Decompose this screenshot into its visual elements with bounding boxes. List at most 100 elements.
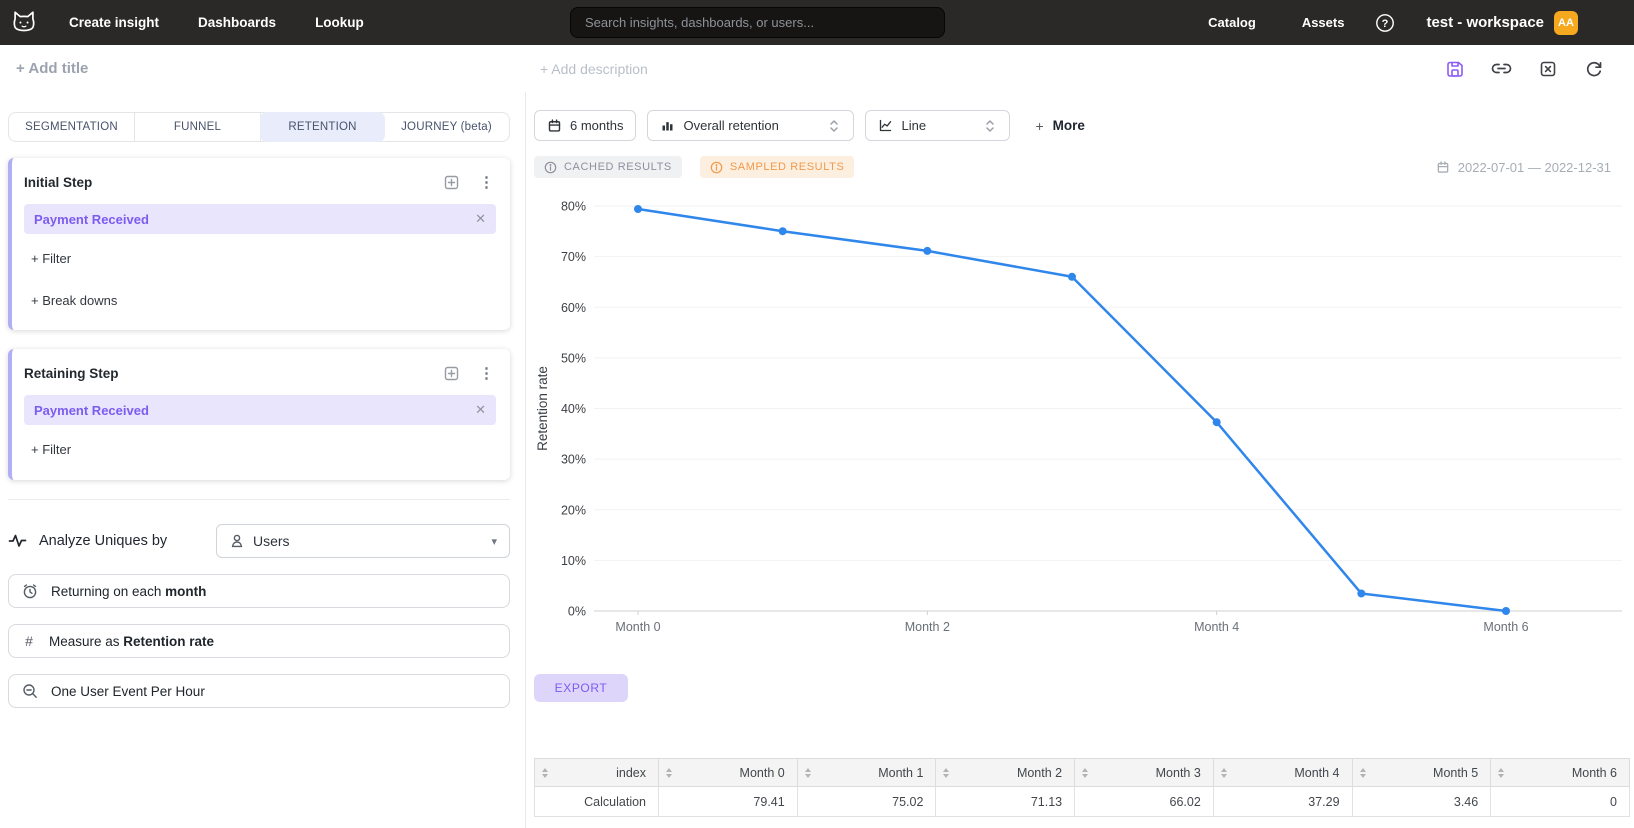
- main-area: SEGMENTATION FUNNEL RETENTION JOURNEY (b…: [0, 92, 1634, 828]
- measure-as-label: Measure as Retention rate: [49, 634, 214, 649]
- user-avatar[interactable]: AA: [1554, 11, 1578, 35]
- initial-step-title: Initial Step: [24, 175, 92, 190]
- export-button[interactable]: EXPORT: [534, 674, 628, 702]
- svg-text:70%: 70%: [561, 250, 586, 264]
- cell-month1: 75.02: [797, 787, 936, 817]
- analyze-entity-select[interactable]: Users ▾: [216, 524, 510, 558]
- calendar-icon: [1436, 160, 1450, 174]
- cell-month4: 37.29: [1213, 787, 1352, 817]
- svg-text:10%: 10%: [561, 554, 586, 568]
- copy-link-icon[interactable]: [1491, 58, 1512, 79]
- initial-step-card: Initial Step ⋮ Payment Received ✕ + Filt…: [8, 158, 510, 330]
- save-icon[interactable]: [1445, 59, 1465, 79]
- add-event-icon[interactable]: [443, 365, 460, 382]
- retention-type-select[interactable]: Overall retention: [647, 110, 854, 141]
- col-header-month0[interactable]: Month 0: [659, 759, 798, 787]
- nav-right-group: Catalog Assets ? test - workspace AA: [1208, 11, 1578, 35]
- results-table: index Month 0 Month 1 Month 2 Month 3 Mo…: [534, 758, 1630, 817]
- retaining-step-title: Retaining Step: [24, 366, 119, 381]
- svg-text:80%: 80%: [561, 200, 586, 214]
- retention-line-chart[interactable]: 0%10%20%30%40%50%60%70%80%Month 0Month 2…: [534, 185, 1629, 642]
- chart-controls: 6 months Overall retention: [534, 110, 1634, 141]
- discard-icon[interactable]: [1538, 59, 1558, 79]
- cached-results-badge: CACHED RESULTS: [534, 156, 682, 178]
- sort-icon[interactable]: [943, 768, 949, 778]
- tab-journey[interactable]: JOURNEY (beta): [384, 113, 509, 141]
- top-nav: Create insight Dashboards Lookup Catalog…: [0, 0, 1634, 45]
- table-header-row: index Month 0 Month 1 Month 2 Month 3 Mo…: [535, 759, 1630, 787]
- returning-interval-select[interactable]: Returning on each month: [8, 574, 510, 608]
- bar-chart-icon: [660, 118, 675, 133]
- clock-icon: [21, 582, 39, 600]
- svg-text:Month 6: Month 6: [1483, 620, 1528, 634]
- help-icon[interactable]: ?: [1375, 13, 1395, 33]
- sort-icon[interactable]: [805, 768, 811, 778]
- results-panel: 6 months Overall retention: [525, 92, 1634, 828]
- sort-icon[interactable]: [1082, 768, 1088, 778]
- workspace-switcher[interactable]: test - workspace: [1426, 14, 1544, 31]
- col-header-month5[interactable]: Month 5: [1352, 759, 1491, 787]
- sort-icon[interactable]: [1221, 768, 1227, 778]
- sort-icon[interactable]: [1498, 768, 1504, 778]
- analyze-entity-value: Users: [253, 533, 290, 549]
- tab-retention[interactable]: RETENTION: [260, 112, 385, 142]
- query-builder-panel: SEGMENTATION FUNNEL RETENTION JOURNEY (b…: [0, 92, 525, 828]
- tab-segmentation[interactable]: SEGMENTATION: [9, 113, 135, 141]
- more-button[interactable]: + More: [1035, 118, 1084, 134]
- table-row: Calculation 79.41 75.02 71.13 66.02 37.2…: [535, 787, 1630, 817]
- add-breakdown-link[interactable]: + Break downs: [31, 293, 496, 308]
- date-window-button[interactable]: 6 months: [534, 110, 636, 141]
- nav-assets[interactable]: Assets: [1302, 15, 1345, 30]
- analyze-uniques-label: Analyze Uniques by: [39, 533, 167, 549]
- kebab-menu-icon[interactable]: ⋮: [479, 173, 494, 191]
- cell-month0: 79.41: [659, 787, 798, 817]
- col-header-month3[interactable]: Month 3: [1075, 759, 1214, 787]
- plus-icon: +: [1035, 118, 1043, 134]
- sort-icon[interactable]: [1360, 768, 1366, 778]
- svg-text:Retention rate: Retention rate: [535, 366, 550, 451]
- app-logo-cat-icon[interactable]: [9, 8, 39, 38]
- refresh-icon[interactable]: [1584, 59, 1604, 79]
- svg-text:50%: 50%: [561, 351, 586, 365]
- sort-icon[interactable]: [666, 768, 672, 778]
- add-description-button[interactable]: + Add description: [540, 61, 648, 77]
- svg-text:0%: 0%: [568, 605, 586, 619]
- col-header-month6[interactable]: Month 6: [1491, 759, 1630, 787]
- svg-text:Month 2: Month 2: [905, 620, 950, 634]
- col-header-month2[interactable]: Month 2: [936, 759, 1075, 787]
- sort-icon[interactable]: [542, 768, 548, 778]
- chevrons-updown-icon: [983, 118, 997, 134]
- nav-dashboards[interactable]: Dashboards: [198, 15, 276, 30]
- sampling-label: One User Event Per Hour: [51, 684, 205, 699]
- remove-event-icon[interactable]: ✕: [475, 211, 486, 227]
- kebab-menu-icon[interactable]: ⋮: [479, 364, 494, 382]
- panel-divider: [8, 499, 510, 500]
- svg-text:30%: 30%: [561, 453, 586, 467]
- sampling-select[interactable]: One User Event Per Hour: [8, 674, 510, 708]
- measure-as-select[interactable]: # Measure as Retention rate: [8, 624, 510, 658]
- add-filter-link[interactable]: + Filter: [31, 442, 496, 457]
- sampled-results-badge: SAMPLED RESULTS: [700, 156, 855, 178]
- nav-create-insight[interactable]: Create insight: [69, 15, 159, 30]
- col-header-month1[interactable]: Month 1: [797, 759, 936, 787]
- analyze-uniques-row: Analyze Uniques by Users ▾: [8, 524, 510, 558]
- date-range-label: 2022-07-01 — 2022-12-31: [1436, 160, 1611, 175]
- nav-lookup[interactable]: Lookup: [315, 15, 364, 30]
- returning-interval-label: Returning on each month: [51, 584, 206, 599]
- col-header-index[interactable]: index: [535, 759, 659, 787]
- remove-event-icon[interactable]: ✕: [475, 402, 486, 418]
- col-header-month4[interactable]: Month 4: [1213, 759, 1352, 787]
- global-search-input[interactable]: [570, 7, 945, 38]
- add-filter-link[interactable]: + Filter: [31, 251, 496, 266]
- retention-type-value: Overall retention: [683, 118, 778, 133]
- chart-type-select[interactable]: Line: [865, 110, 1010, 141]
- tab-funnel[interactable]: FUNNEL: [135, 113, 261, 141]
- line-chart-icon: [878, 118, 893, 133]
- initial-step-event[interactable]: Payment Received ✕: [24, 204, 496, 234]
- retaining-step-event[interactable]: Payment Received ✕: [24, 395, 496, 425]
- add-title-button[interactable]: + Add title: [16, 60, 88, 77]
- svg-text:60%: 60%: [561, 301, 586, 315]
- nav-catalog[interactable]: Catalog: [1208, 15, 1256, 30]
- date-window-value: 6 months: [570, 118, 623, 133]
- add-event-icon[interactable]: [443, 174, 460, 191]
